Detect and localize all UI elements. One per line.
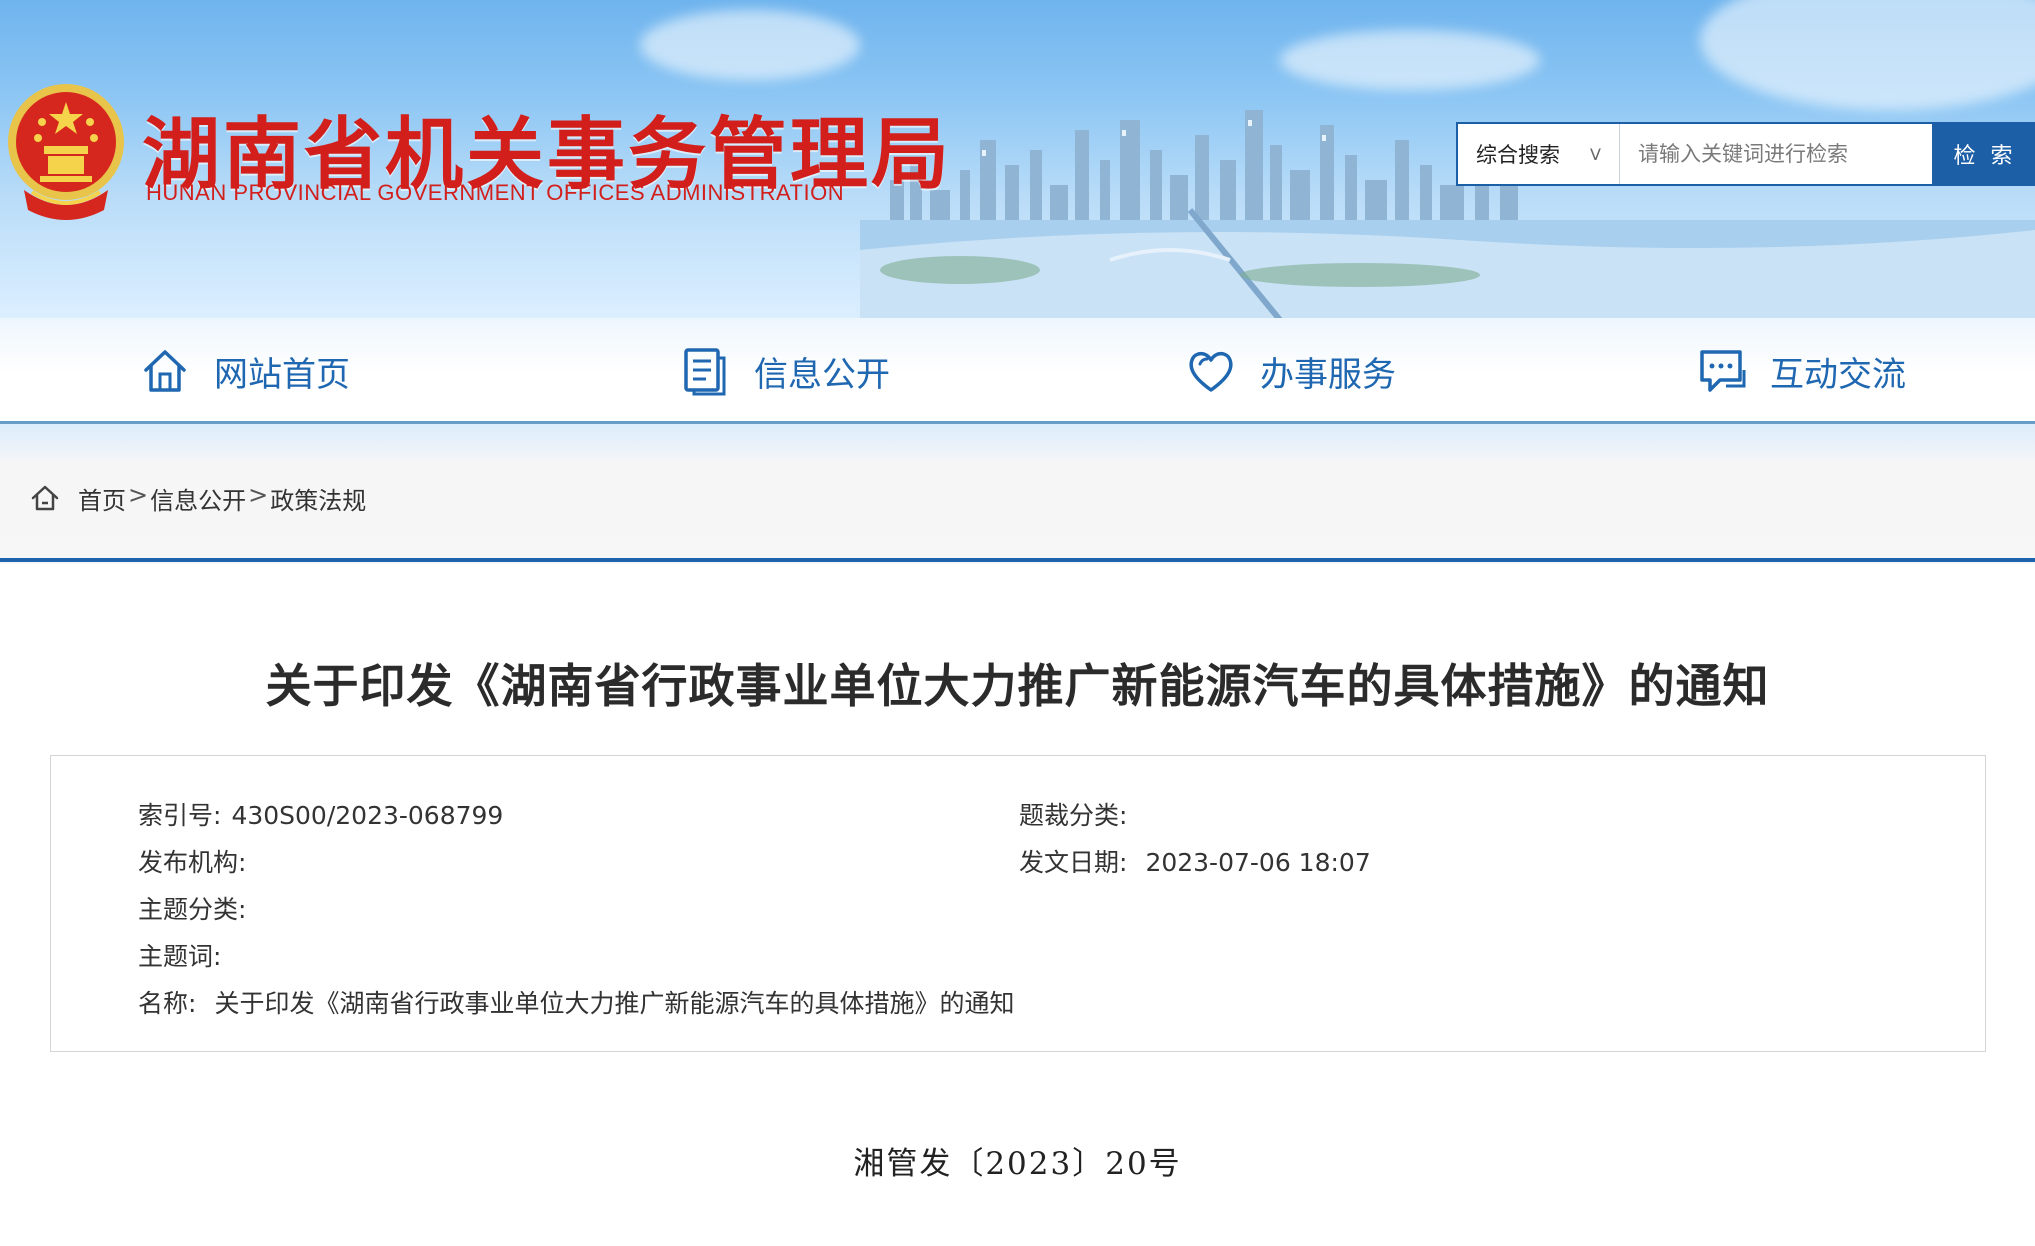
- meta-label: 索引号:: [138, 801, 222, 830]
- meta-genre: 题裁分类:: [1019, 796, 1137, 832]
- nav-item-label: 信息公开: [754, 354, 890, 395]
- nav-item-label: 办事服务: [1260, 354, 1396, 395]
- article-title: 关于印发《湖南省行政事业单位大力推广新能源汽车的具体措施》的通知: [265, 659, 1770, 713]
- meta-label: 主题分类:: [138, 895, 247, 924]
- main-nav: 网站首页 信息公开 办事服务 互动交流: [0, 318, 2035, 424]
- breadcrumb-area: 首页 > 信息公开 > 政策法规: [0, 424, 2035, 564]
- breadcrumb-link-policies[interactable]: 政策法规: [270, 481, 366, 516]
- meta-date: 发文日期: 2023-07-06 18:07: [1019, 843, 1371, 879]
- chat-icon: [1700, 350, 1746, 392]
- meta-keywords: 主题词:: [138, 937, 231, 973]
- breadcrumb-link-info-disclosure[interactable]: 信息公开: [150, 481, 246, 516]
- breadcrumb-separator: >: [248, 480, 269, 509]
- meta-value: 2023-07-06 18:07: [1145, 848, 1371, 877]
- meta-label: 发布机构:: [138, 848, 247, 877]
- meta-subject: 主题分类:: [138, 890, 256, 926]
- heart-icon: [1189, 351, 1233, 392]
- meta-label: 题裁分类:: [1019, 801, 1128, 830]
- site-title-english: HUNAN PROVINCIAL GOVERNMENT OFFICES ADMI…: [146, 180, 845, 205]
- national-emblem-icon: [8, 84, 124, 220]
- meta-value: 关于印发《湖南省行政事业单位大力推广新能源汽车的具体措施》的通知: [214, 989, 1015, 1018]
- meta-value: 430S00/2023-068799: [231, 801, 504, 830]
- nav-item-interaction[interactable]: 互动交流: [1696, 318, 1906, 424]
- meta-label: 主题词:: [138, 942, 222, 971]
- meta-label: 发文日期:: [1019, 848, 1128, 877]
- search-category-label: 综合搜索: [1476, 143, 1560, 167]
- document-meta-box: 索引号: 430S00/2023-068799 题裁分类: 发布机构: 发文日期:…: [50, 755, 1986, 1052]
- home-icon: [144, 350, 186, 392]
- breadcrumb: 首页 > 信息公开 > 政策法规: [0, 460, 2035, 536]
- cloud-decoration: [640, 10, 860, 80]
- nav-item-services[interactable]: 办事服务: [1186, 318, 1396, 424]
- breadcrumb-link-home[interactable]: 首页: [78, 481, 126, 516]
- search-button[interactable]: 检 索: [1932, 122, 2035, 186]
- nav-item-label: 网站首页: [214, 354, 350, 395]
- nav-item-info-disclosure[interactable]: 信息公开: [680, 318, 890, 424]
- header-banner: 湖南省机关事务管理局 HUNAN PROVINCIAL GOVERNMENT O…: [0, 0, 2035, 318]
- meta-issuer: 发布机构:: [138, 843, 256, 879]
- meta-label: 名称:: [138, 989, 197, 1018]
- search-bar: 综合搜索 V 检 索: [1456, 122, 2035, 186]
- search-input[interactable]: [1620, 124, 1932, 184]
- document-number: 湘管发〔2023〕20号: [853, 1146, 1182, 1182]
- nav-item-label: 互动交流: [1770, 354, 1906, 395]
- search-category-select[interactable]: 综合搜索 V: [1458, 124, 1620, 184]
- meta-index: 索引号: 430S00/2023-068799: [138, 796, 503, 832]
- document-icon: [684, 348, 726, 396]
- meta-name: 名称: 关于印发《湖南省行政事业单位大力推广新能源汽车的具体措施》的通知: [138, 984, 1014, 1020]
- home-icon: [31, 485, 59, 511]
- breadcrumb-separator: >: [128, 480, 149, 509]
- cloud-decoration: [1280, 30, 1540, 90]
- nav-item-home[interactable]: 网站首页: [140, 318, 350, 424]
- chevron-down-icon: V: [1590, 144, 1601, 164]
- divider: [0, 558, 2035, 562]
- cloud-decoration: [1700, 0, 2035, 110]
